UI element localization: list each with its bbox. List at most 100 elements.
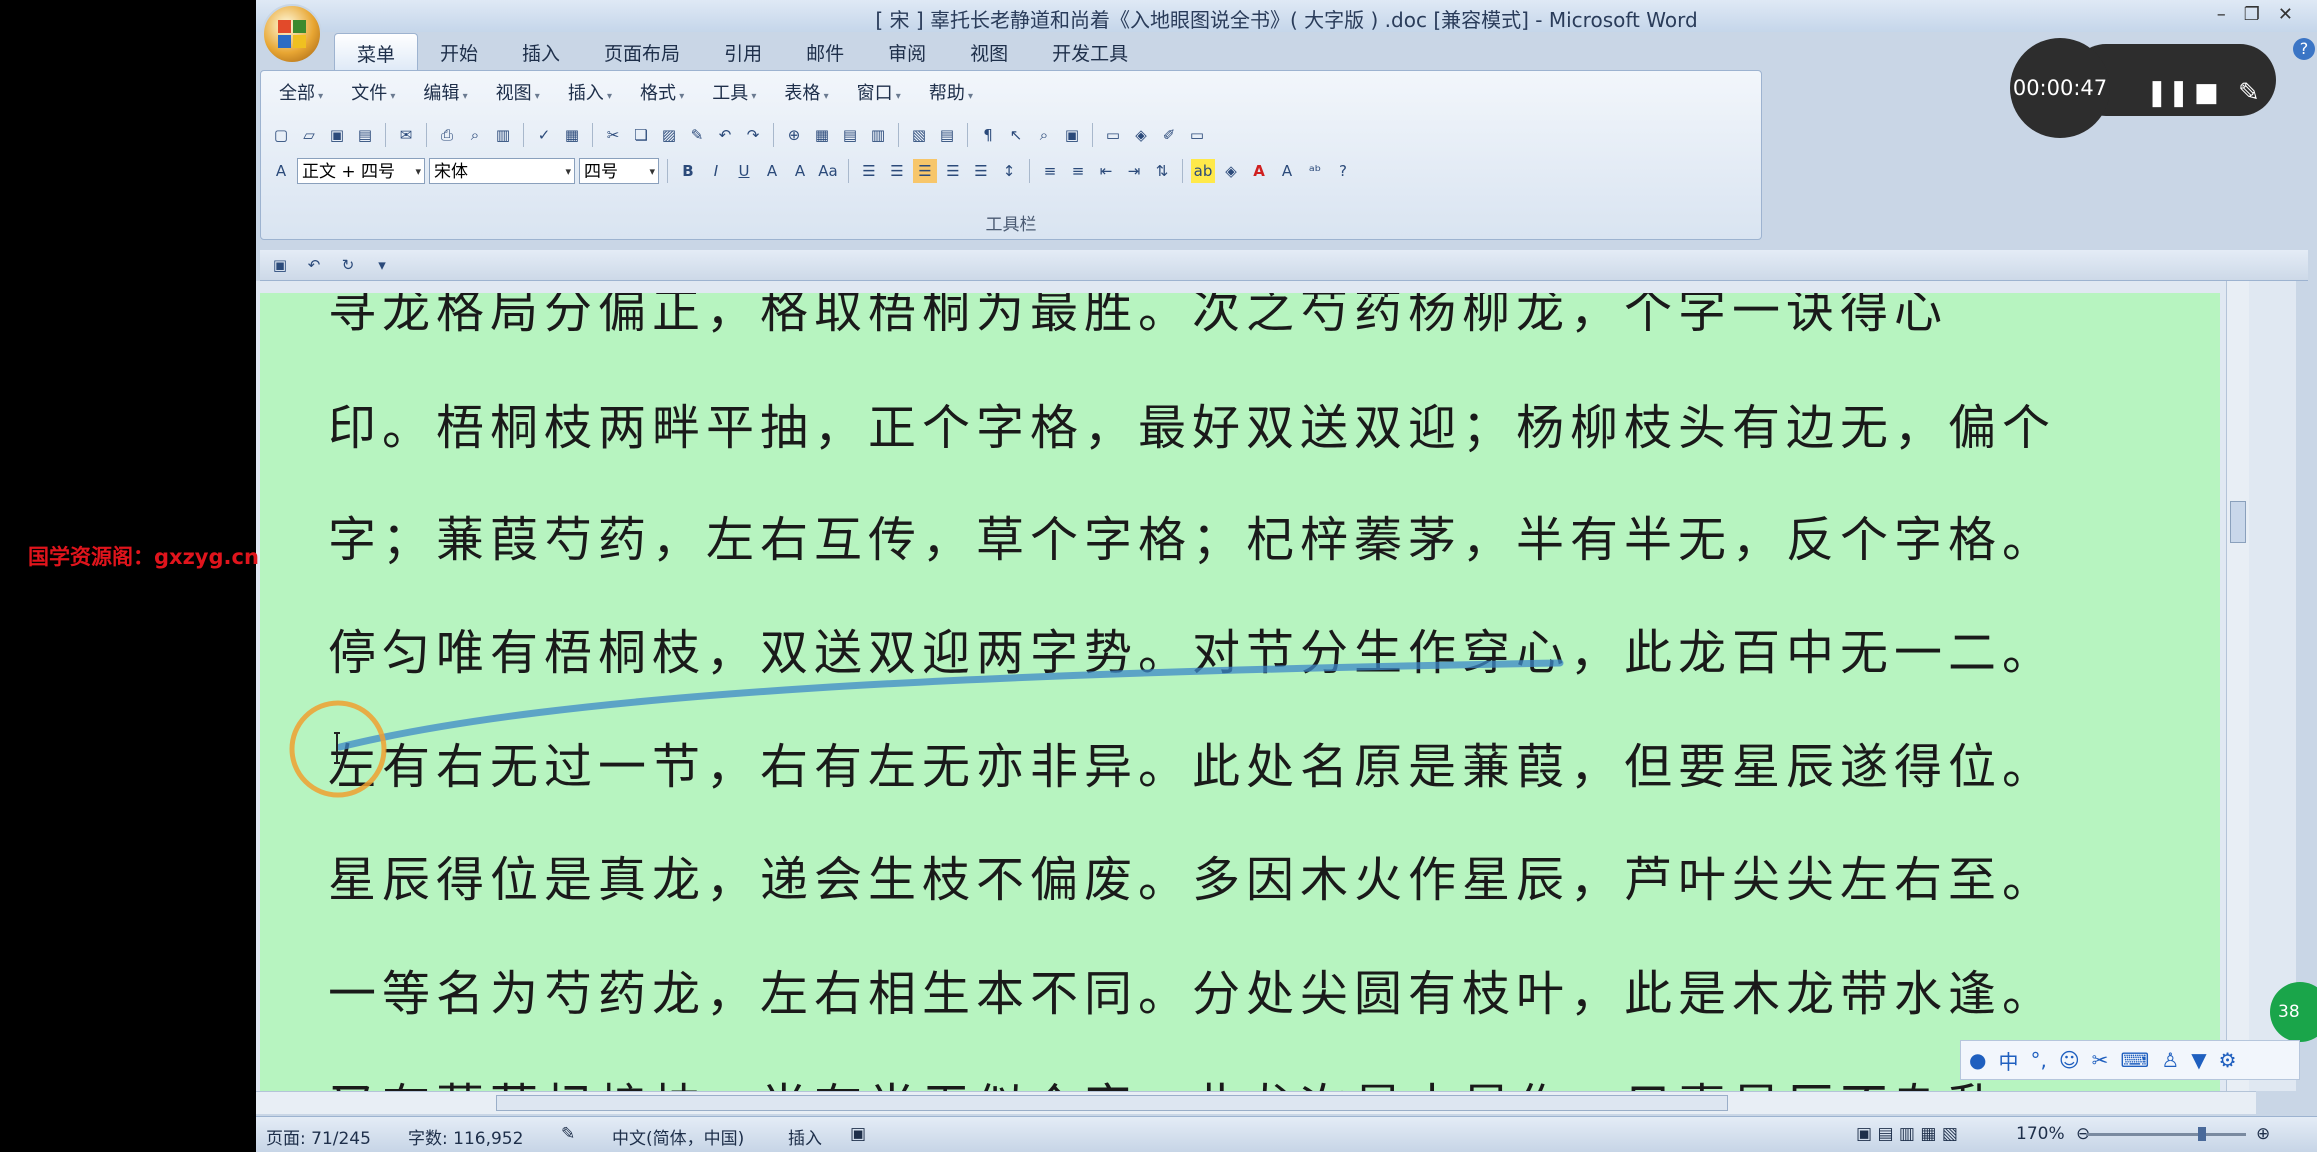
zoom-icon[interactable]: ⌕ [1032,123,1056,147]
ime-language[interactable]: 中 [1998,1046,2018,1075]
email-icon[interactable]: ✉ [394,123,418,147]
shading-icon[interactable]: ◈ [1219,159,1243,183]
distributed-icon[interactable]: ☰ [969,159,993,183]
tab-mailings[interactable]: 邮件 [784,33,866,69]
insert-table-icon[interactable]: ▤ [838,123,862,147]
open-icon[interactable]: ▱ [297,123,321,147]
character-shading-icon[interactable]: A [788,159,812,183]
columns-icon[interactable]: ▥ [866,123,890,147]
menu-format[interactable]: 格式 [626,79,698,105]
cut-icon[interactable]: ✂ [601,123,625,147]
macro-record-icon[interactable]: ▣ [850,1124,866,1144]
style-select[interactable]: 正文 + 四号 [297,158,425,185]
tab-review[interactable]: 审阅 [866,33,948,69]
qat-undo-icon[interactable]: ↶ [302,253,326,277]
tables-borders-icon[interactable]: ▦ [810,123,834,147]
horizontal-scroll-thumb[interactable] [496,1095,1728,1111]
skin-icon[interactable]: ▼ [2191,1048,2206,1072]
drawing-icon[interactable]: ▧ [907,123,931,147]
view-buttons[interactable]: ▣ ▤ ▥ ▦ ▧ [1856,1124,1958,1144]
character-border-icon[interactable]: A [760,159,784,183]
bullets-icon[interactable]: ≡ [1066,159,1090,183]
align-right-icon[interactable]: ☰ [913,159,937,183]
zoom-level[interactable]: 170% [2016,1124,2065,1144]
underline-icon[interactable]: U [732,159,756,183]
emoji-icon[interactable]: ☺ [2059,1048,2080,1072]
highlight-icon[interactable]: ab [1191,159,1215,183]
page-count[interactable]: 页面: 71/245 [266,1124,371,1149]
increase-indent-icon[interactable]: ⇥ [1122,159,1146,183]
punctuation-icon[interactable]: °, [2030,1048,2046,1072]
bold-icon[interactable]: B [676,159,700,183]
font-select[interactable]: 宋体 [429,158,575,185]
qat-customize-icon[interactable]: ▾ [370,253,394,277]
text-effects-icon[interactable]: A [1275,159,1299,183]
document-map-icon[interactable]: ▤ [935,123,959,147]
help-icon[interactable]: ? [2293,38,2315,60]
settings-icon[interactable]: ⚙ [2219,1048,2237,1072]
change-case-icon[interactable]: Aa [816,159,840,183]
menu-view[interactable]: 视图 [482,79,554,105]
menu-file[interactable]: 文件 [337,79,409,105]
sort-icon[interactable]: ⇅ [1150,159,1174,183]
compare-icon[interactable]: ◈ [1129,123,1153,147]
hyperlink-icon[interactable]: ⊕ [782,123,806,147]
decrease-indent-icon[interactable]: ⇤ [1094,159,1118,183]
keyboard-icon[interactable]: ⌨ [2120,1048,2149,1072]
menu-help[interactable]: 帮助 [915,79,987,105]
print-preview-icon[interactable]: ⌕ [463,123,487,147]
tab-developer[interactable]: 开发工具 [1030,33,1150,69]
line-spacing-icon[interactable]: ↕ [997,159,1021,183]
qat-save-icon[interactable]: ▣ [268,253,292,277]
redo-icon[interactable]: ↷ [741,123,765,147]
word-count[interactable]: 字数: 116,952 [408,1124,523,1149]
pause-icon[interactable]: ❚❚ [2146,78,2190,108]
phonetic-guide-icon[interactable]: ᵃᵇ [1303,159,1327,183]
folder-icon[interactable]: ▭ [1101,123,1125,147]
menu-insert[interactable]: 插入 [554,79,626,105]
document-page[interactable]: 寻龙格局分偏正，格取梧桐为最胜。次之芍药杨柳龙，个字一诀得心 印。梧桐枝两畔平抽… [260,293,2220,1091]
print-icon[interactable]: ⎙ [435,123,459,147]
research-icon[interactable]: ▥ [491,123,515,147]
font-color-icon[interactable]: A [1247,159,1271,183]
menu-tools[interactable]: 工具 [698,79,770,105]
tab-page-layout[interactable]: 页面布局 [582,33,702,69]
language-indicator[interactable]: 中文(简体，中国) [612,1124,744,1149]
research-book-icon[interactable]: ▦ [560,123,584,147]
vertical-scroll-thumb[interactable] [2230,501,2246,543]
horizontal-scrollbar[interactable] [256,1091,2256,1114]
insert-mode[interactable]: 插入 [788,1124,822,1149]
zoom-slider[interactable] [2086,1127,2246,1141]
menu-table[interactable]: 表格 [770,79,842,105]
tab-view[interactable]: 视图 [948,33,1030,69]
font-size-select[interactable]: 四号 [579,158,659,185]
permission-icon[interactable]: ▤ [353,123,377,147]
pointer-icon[interactable]: ↖ [1004,123,1028,147]
menu-all[interactable]: 全部 [265,79,337,105]
pen-icon[interactable]: ✎ [2238,78,2260,108]
align-left-icon[interactable]: ☰ [857,159,881,183]
user-icon[interactable]: ♙ [2161,1048,2179,1072]
tab-home[interactable]: 开始 [418,33,500,69]
spelling-icon[interactable]: ✓ [532,123,556,147]
tab-insert[interactable]: 插入 [500,33,582,69]
menu-edit[interactable]: 编辑 [409,79,481,105]
new-doc-icon[interactable]: ▢ [269,123,293,147]
format-painter-icon[interactable]: ✎ [685,123,709,147]
italic-icon[interactable]: I [704,159,728,183]
scissors-icon[interactable]: ✂ [2092,1048,2109,1072]
reading-icon[interactable]: ▣ [1060,123,1084,147]
tab-menu[interactable]: 菜单 [334,33,419,70]
align-center-icon[interactable]: ☰ [885,159,909,183]
paste-icon[interactable]: ▨ [657,123,681,147]
numbering-icon[interactable]: ≡ [1038,159,1062,183]
envelope-icon[interactable]: ▭ [1185,123,1209,147]
help-small-icon[interactable]: ? [1331,159,1355,183]
copy-icon[interactable]: ❏ [629,123,653,147]
save-icon[interactable]: ▣ [325,123,349,147]
tab-references[interactable]: 引用 [702,33,784,69]
restore-icon[interactable]: ❐ [2244,4,2260,25]
close-icon[interactable]: ✕ [2278,4,2293,25]
office-button[interactable] [262,4,322,64]
vertical-scrollbar[interactable] [2226,281,2249,1091]
